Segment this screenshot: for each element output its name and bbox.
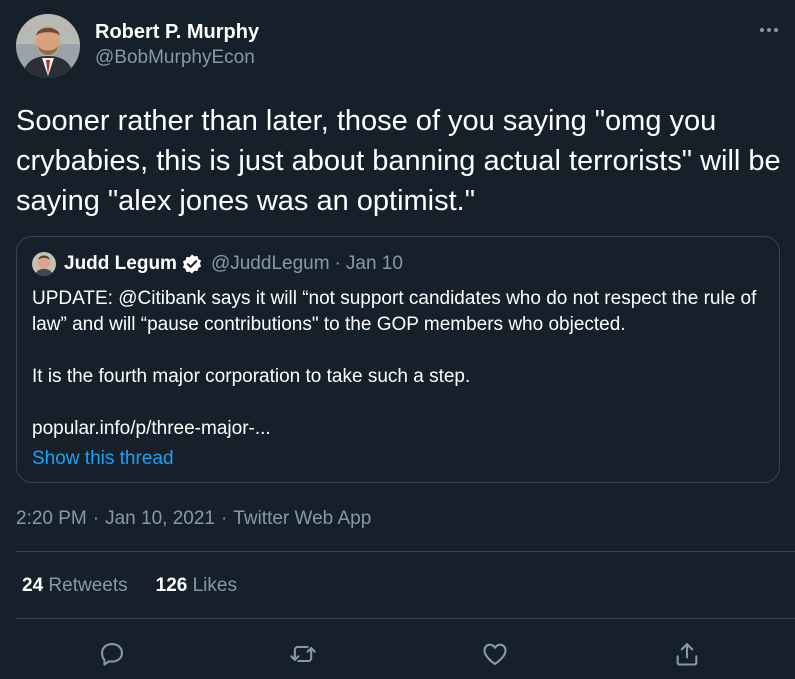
quoted-author-name[interactable]: Judd Legum (64, 252, 177, 276)
author-handle[interactable]: @BobMurphyEcon (95, 45, 259, 70)
quoted-tweet-link[interactable]: popular.info/p/three-major-... (32, 416, 772, 442)
verified-badge-icon (181, 253, 203, 275)
action-bar (0, 640, 795, 668)
quoted-tweet-paragraph: UPDATE: @Citibank says it will “not supp… (32, 288, 757, 335)
likes-count: 126 (155, 575, 188, 596)
tweet-author: Robert P. Murphy @BobMurphyEcon (16, 14, 259, 78)
quoted-tweet-date[interactable]: Jan 10 (346, 252, 403, 276)
tweet-source[interactable]: Twitter Web App (233, 508, 371, 529)
tweet-text: Sooner rather than later, those of you s… (16, 105, 781, 217)
retweets-label: Retweets (48, 575, 128, 596)
quoted-author-handle[interactable]: @JuddLegum (211, 252, 330, 276)
tweet-stats: 24 Retweets 126 Likes (22, 573, 265, 599)
quoted-tweet-header: Judd Legum @JuddLegum · Jan 10 (32, 252, 403, 276)
quoted-author-avatar (32, 252, 56, 276)
retweets-count: 24 (22, 575, 44, 596)
meta-separator: · (92, 508, 100, 529)
more-options-icon[interactable] (757, 20, 781, 40)
retweet-icon[interactable] (289, 640, 317, 668)
quoted-tweet-paragraph: It is the fourth major corporation to ta… (32, 366, 471, 387)
author-display-name[interactable]: Robert P. Murphy (95, 19, 259, 45)
likes-label: Likes (192, 575, 237, 596)
tweet-time[interactable]: 2:20 PM (16, 508, 87, 529)
reply-icon[interactable] (98, 640, 126, 668)
share-icon[interactable] (673, 640, 701, 668)
retweets-stat[interactable]: 24 Retweets (22, 573, 128, 599)
likes-stat[interactable]: 126 Likes (156, 573, 237, 599)
divider (16, 618, 795, 619)
show-thread-link[interactable]: Show this thread (32, 446, 174, 472)
heart-icon[interactable] (481, 640, 509, 668)
quoted-tweet-body: UPDATE: @Citibank says it will “not supp… (32, 286, 772, 442)
tweet-date[interactable]: Jan 10, 2021 (105, 508, 215, 529)
header-separator: · (334, 253, 341, 274)
meta-separator: · (220, 508, 228, 529)
tweet-meta: 2:20 PM · Jan 10, 2021 · Twitter Web App (16, 506, 371, 532)
author-avatar[interactable] (16, 14, 80, 78)
divider (16, 551, 795, 552)
quoted-tweet-card[interactable]: Judd Legum @JuddLegum · Jan 10 UPDATE: @… (16, 236, 780, 483)
